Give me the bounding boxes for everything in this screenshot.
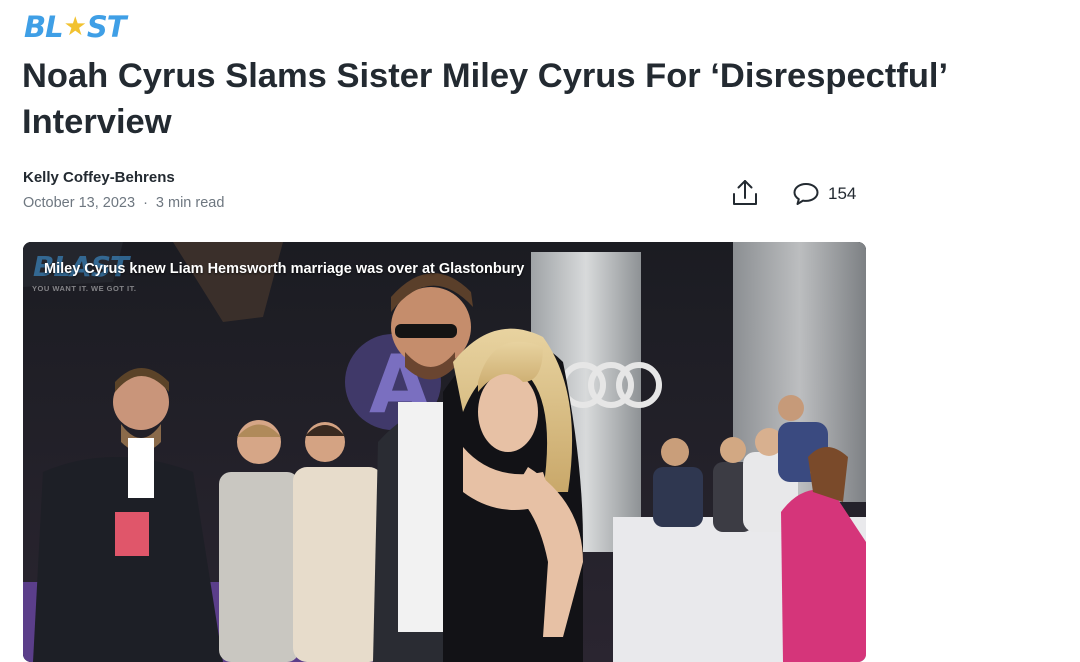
comments-button[interactable]: 154 — [792, 180, 856, 208]
share-button[interactable] — [730, 178, 760, 208]
read-time: 3 min read — [155, 195, 225, 211]
article-meta: October 13, 2023 · 3 min read — [23, 195, 224, 211]
meta-separator: · — [143, 195, 148, 211]
site-logo[interactable]: BL ★ ST — [24, 9, 127, 44]
logo-text-right: ST — [86, 9, 127, 44]
video-title[interactable]: Miley Cyrus knew Liam Hemsworth marriage… — [44, 261, 524, 277]
comment-count: 154 — [828, 184, 857, 203]
publish-date: October 13, 2023 — [23, 195, 136, 211]
article-headline: Noah Cyrus Slams Sister Miley Cyrus For … — [22, 57, 947, 141]
author-name[interactable]: Kelly Coffey-Behrens — [23, 169, 175, 186]
share-icon — [733, 180, 757, 205]
logo-star-icon: ★ — [63, 12, 87, 42]
comment-icon — [793, 183, 819, 205]
video-player[interactable]: A BLAST YOU WANT IT. WE GOT IT. Miley Cy… — [23, 242, 866, 662]
video-frame: A — [23, 242, 866, 662]
logo-text-left: BL — [24, 9, 64, 44]
watermark-tagline: YOU WANT IT. WE GOT IT. — [32, 284, 137, 293]
